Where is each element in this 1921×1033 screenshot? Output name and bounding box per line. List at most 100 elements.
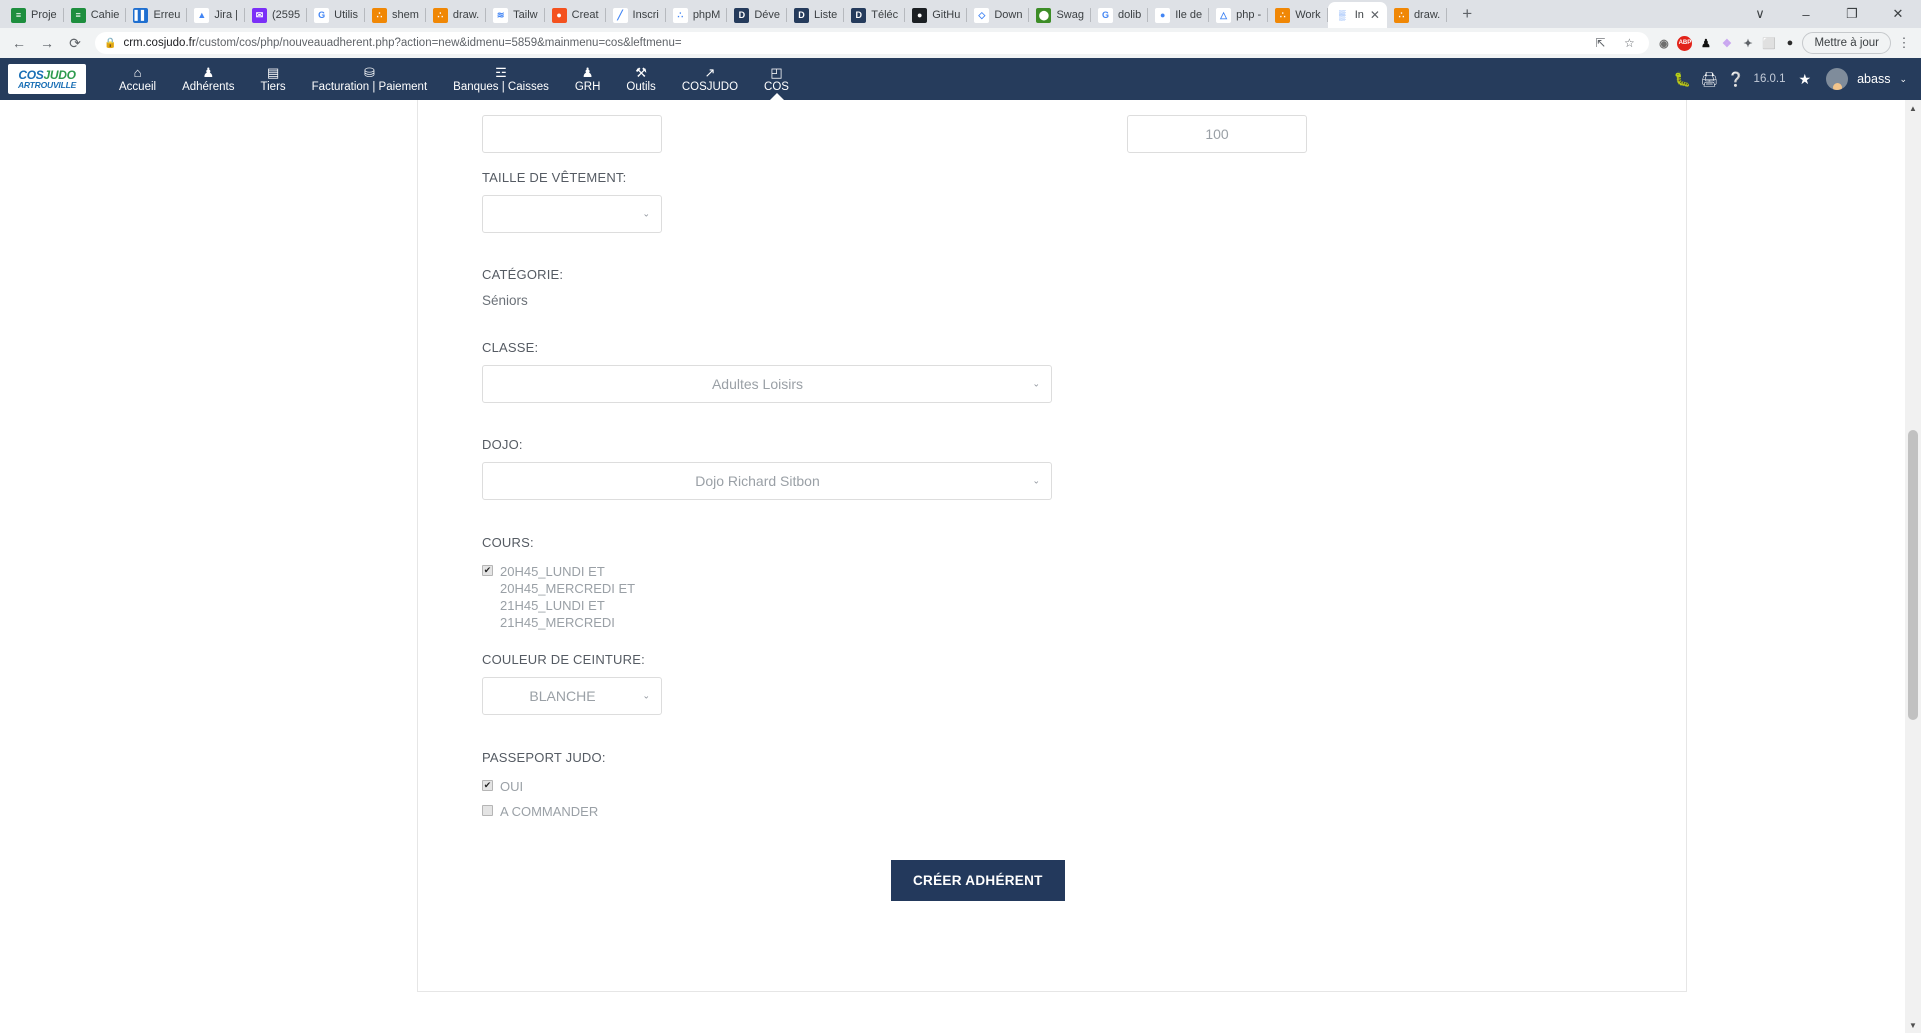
input-poids[interactable] [482,115,662,153]
drawio-icon: ∴ [432,7,448,23]
create-member-button[interactable]: CRÉER ADHÉRENT [891,860,1065,901]
browser-tab[interactable]: D Liste [787,2,845,28]
browser-tab[interactable]: ╱ Inscri [606,2,666,28]
reload-button[interactable]: ⟳ [62,30,88,56]
wrench-icon: ⚒ [635,64,647,80]
nav-item-banques-caisses[interactable]: ☲ Banques | Caisses [440,58,562,100]
maximize-button[interactable]: ❐ [1829,0,1875,28]
label-taille-vetement: TAILLE DE VÊTEMENT: [482,170,627,185]
browser-tab[interactable]: ✉ (2595 [245,2,308,28]
flame-icon: ● [551,7,567,23]
checkbox-row[interactable]: ✔ 20H45_LUNDI ET 20H45_MERCREDI ET 21H45_… [482,563,717,631]
browser-tab[interactable]: ● Creat [545,2,606,28]
close-tab-icon[interactable]: ✕ [1370,8,1380,22]
app-logo[interactable]: COSJUDO ARTROUVILLE [8,64,86,94]
browser-tab[interactable]: ≋ Tailw [486,2,545,28]
browser-menu-icon[interactable]: ⋮ [1893,35,1915,51]
checkbox-unchecked-icon[interactable] [482,805,493,816]
keeper-extension[interactable]: ♟ [1698,36,1713,51]
profile-avatar[interactable]: ● [1782,36,1797,51]
browser-tab[interactable]: ▒ In ✕ [1327,2,1387,28]
tab-title: Liste [814,9,838,21]
tab-title: Déve [754,9,781,21]
browser-tab[interactable]: ∴ draw. [1387,2,1448,28]
checkbox-checked-icon[interactable]: ✔ [482,565,493,576]
browser-tab[interactable]: ▲ Jira | [187,2,245,28]
select-taille-vetement[interactable]: ⌄ [482,195,662,233]
bug-icon[interactable]: 🐛 [1674,71,1691,88]
chevron-down-icon[interactable]: ⌄ [1899,74,1907,85]
nav-item-cos[interactable]: ◰ COS [751,58,802,100]
value-categorie: Séniors [482,293,528,308]
browser-tab[interactable]: △ php - [1209,2,1269,28]
browser-tab[interactable]: ≡ Proje [4,2,64,28]
violet-extension[interactable]: ❖ [1719,36,1734,51]
input-taille[interactable] [1127,115,1307,153]
help-icon[interactable]: ❔ [1727,71,1744,88]
browser-tab[interactable]: ∴ phpM [666,2,728,28]
scrollbar-thumb[interactable] [1908,430,1918,720]
forward-button[interactable]: → [34,30,60,56]
nav-item-cosjudo[interactable]: ↗ COSJUDO [669,58,751,100]
checkbox-row[interactable]: A COMMANDER [482,803,606,820]
address-bar-url: crm.cosjudo.fr/custom/cos/php/nouveauadh… [123,37,681,49]
select-classe[interactable]: Adultes Loisirs ⌄ [482,365,1052,403]
address-bar[interactable]: 🔒 crm.cosjudo.fr/custom/cos/php/nouveaua… [95,32,1650,54]
sidepanel-icon[interactable]: ⬜ [1761,36,1776,51]
tab-title: Creat [571,9,599,21]
back-button[interactable]: ← [6,30,32,56]
nav-item-tiers[interactable]: ▤ Tiers [248,58,299,100]
browser-tab[interactable]: D Téléc [844,2,906,28]
scroll-up-arrow[interactable]: ▲ [1905,100,1921,116]
browser-tab[interactable]: ▌▌ Erreu [126,2,188,28]
field-taille: TAILLE: [1127,100,1307,153]
browser-tab[interactable]: ∴ Work [1268,2,1328,28]
checkbox-label: OUI [500,779,524,794]
browser-tab[interactable]: ◇ Down [967,2,1030,28]
tab-title: Swag [1056,9,1084,21]
nav-item-adh-rents[interactable]: ♟ Adhérents [169,58,247,100]
checkbox-row[interactable]: ✔ OUI [482,778,606,795]
select-dojo-value: Dojo Richard Sitbon [695,473,820,489]
nav-item-grh[interactable]: ♟ GRH [562,58,614,100]
drive-icon: △ [1216,7,1232,23]
tab-list-button[interactable]: ∨ [1737,0,1783,28]
minimize-button[interactable]: – [1783,0,1829,28]
browser-tab[interactable]: ● GitHu [905,2,968,28]
avatar[interactable] [1826,68,1849,90]
browser-tab[interactable]: G Utilis [307,2,365,28]
bookmark-star-icon[interactable]: ☆ [1618,32,1640,54]
select-dojo[interactable]: Dojo Richard Sitbon ⌄ [482,462,1052,500]
label-taille: TAILLE: [1127,100,1307,103]
github-icon: ● [912,7,928,23]
browser-tab[interactable]: Gdolib [1091,2,1149,28]
browser-tab[interactable]: ∴ draw. [426,2,487,28]
nav-item-outils[interactable]: ⚒ Outils [613,58,668,100]
coins-icon: ⛁ [363,64,375,80]
print-icon[interactable]: 🖨 [1700,71,1718,88]
scroll-down-arrow[interactable]: ▼ [1905,1017,1921,1033]
lock-icon: 🔒 [104,37,117,49]
browser-tab[interactable]: ≡ Cahie [64,2,127,28]
select-couleur-ceinture[interactable]: BLANCHE ⌄ [482,677,662,715]
update-button[interactable]: Mettre à jour [1802,32,1891,54]
browser-tab[interactable]: D Déve [727,2,787,28]
close-window-button[interactable]: ✕ [1875,0,1921,28]
browser-tab[interactable]: ● Ile de [1148,2,1210,28]
browser-tab[interactable]: ⬤ Swag [1029,2,1091,28]
field-cours: COURS: ✔ 20H45_LUNDI ET 20H45_MERCREDI ET… [482,535,717,639]
ghostery-extension[interactable]: ◉ [1656,36,1671,51]
nav-item-label: Accueil [119,81,157,93]
nav-item-accueil[interactable]: ⌂ Accueil [106,58,169,100]
new-tab-button[interactable]: + [1454,1,1480,27]
nav-item-facturation-paiement[interactable]: ⛁ Facturation | Paiement [299,58,441,100]
browser-tab[interactable]: ∴ shem [365,2,426,28]
favorites-star-icon[interactable]: ★ [1799,71,1812,88]
vertical-scrollbar[interactable]: ▲ ▼ [1905,100,1921,1033]
extensions-puzzle-icon[interactable]: ✦ [1740,36,1755,51]
user-icon: ♟ [202,64,215,80]
member-form-card: POIDS: TAILLE: TAILLE DE VÊTEMENT: ⌄ [417,100,1687,992]
share-icon[interactable]: ⇱ [1589,32,1611,54]
adblock-extension[interactable]: ABP [1677,35,1693,51]
checkbox-checked-icon[interactable]: ✔ [482,780,493,791]
